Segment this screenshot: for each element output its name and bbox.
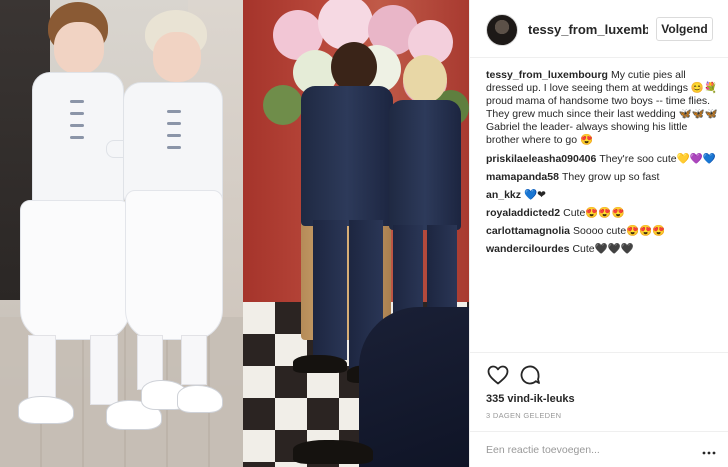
comment-author[interactable]: an_kkz: [486, 189, 521, 201]
post-photo[interactable]: [0, 0, 469, 467]
post-actions: 335 vind-ik-leuks 3 DAGEN GELEDEN: [470, 352, 728, 467]
add-comment-section: [470, 431, 728, 467]
following-button[interactable]: Volgend: [656, 17, 713, 41]
comment-text: Soooo cute😍😍😍: [573, 225, 666, 237]
caption-author[interactable]: tessy_from_luxembourg: [486, 69, 608, 81]
caption: tessy_from_luxembourg My cutie pies all d…: [486, 69, 718, 147]
list-item: wandercilourdes Cute🖤🖤🖤: [486, 243, 718, 256]
list-item: carlottamagnolia Soooo cute😍😍😍: [486, 225, 718, 238]
photo-left-panel: [0, 0, 243, 467]
post-side-panel: tessy_from_luxembourg Volgend tessy_from…: [469, 0, 728, 467]
comment-author[interactable]: mamapanda58: [486, 171, 559, 183]
comment-icon[interactable]: [518, 363, 542, 387]
post-date[interactable]: 3 DAGEN GELEDEN: [486, 411, 561, 420]
comment-list: tessy_from_luxembourg My cutie pies all d…: [486, 69, 718, 261]
comment-text: They're soo cute💛💜💙: [599, 153, 716, 165]
boy-right: [115, 10, 235, 430]
comment-text: Cute😍😍😍: [563, 207, 625, 219]
post-header: tessy_from_luxembourg Volgend: [470, 0, 728, 58]
header-username[interactable]: tessy_from_luxembourg: [528, 22, 648, 37]
heart-icon[interactable]: [486, 363, 510, 387]
avatar[interactable]: [486, 14, 518, 46]
comment-author[interactable]: carlottamagnolia: [486, 225, 570, 237]
likes-count[interactable]: 335 vind-ik-leuks: [486, 393, 575, 405]
comment-text: 💙❤: [524, 189, 546, 201]
foreground-leg: [359, 307, 469, 467]
comment-text: They grow up so fast: [561, 171, 660, 183]
navy-suit-left: [301, 86, 393, 226]
comment-author[interactable]: wandercilourdes: [486, 243, 569, 255]
comment-text: Cute🖤🖤🖤: [572, 243, 634, 255]
photo-right-panel: [243, 0, 469, 467]
list-item: priskilaeleasha090406 They're soo cute💛💜💙: [486, 153, 718, 166]
list-item: royaladdicted2 Cute😍😍😍: [486, 207, 718, 220]
comment-author[interactable]: priskilaeleasha090406: [486, 153, 596, 165]
more-options-icon[interactable]: [702, 445, 716, 455]
navy-suit-right: [389, 100, 461, 230]
list-item: mamapanda58 They grow up so fast: [486, 171, 718, 184]
list-item: an_kkz 💙❤: [486, 189, 718, 202]
comment-input[interactable]: [486, 442, 696, 458]
boy-dark-hair: [331, 42, 377, 92]
comment-author[interactable]: royaladdicted2: [486, 207, 560, 219]
boy-blond-hair: [403, 55, 447, 103]
